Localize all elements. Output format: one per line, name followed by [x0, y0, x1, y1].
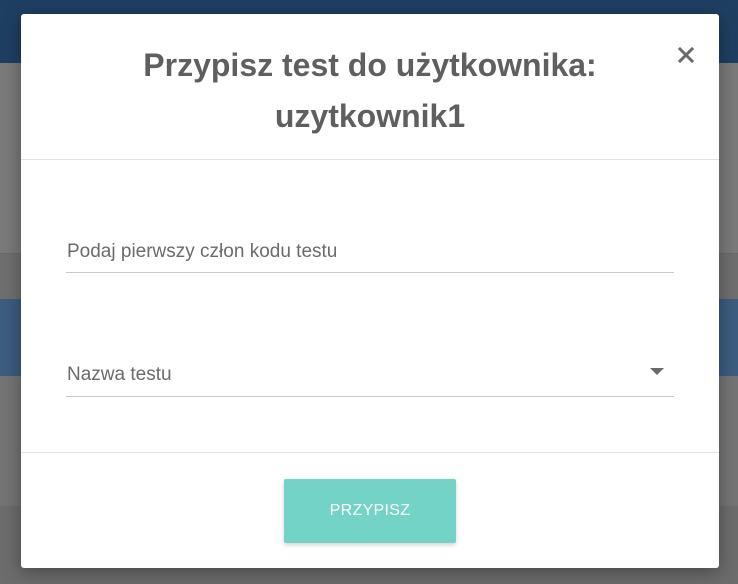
- assign-test-modal: Przypisz test do użytkownika: uzytkownik…: [21, 14, 719, 568]
- close-button[interactable]: [673, 42, 699, 68]
- modal-footer: PRZYPISZ: [21, 452, 719, 569]
- modal-header: Przypisz test do użytkownika: uzytkownik…: [21, 14, 719, 160]
- modal-body: Nazwa testu: [21, 160, 719, 452]
- modal-title: Przypisz test do użytkownika: uzytkownik…: [81, 40, 659, 142]
- test-name-select-value: Nazwa testu: [67, 364, 172, 385]
- test-code-input[interactable]: [66, 232, 674, 272]
- modal-title-line1: Przypisz test do użytkownika:: [143, 47, 597, 83]
- page: Przypisz test do użytkownika: uzytkownik…: [0, 0, 738, 584]
- modal-title-username: uzytkownik1: [274, 98, 466, 134]
- caret-down-icon: [650, 368, 664, 375]
- test-code-field: [66, 232, 674, 273]
- close-icon: [677, 46, 695, 64]
- assign-button[interactable]: PRZYPISZ: [284, 479, 456, 543]
- test-name-select[interactable]: Nazwa testu: [66, 356, 674, 397]
